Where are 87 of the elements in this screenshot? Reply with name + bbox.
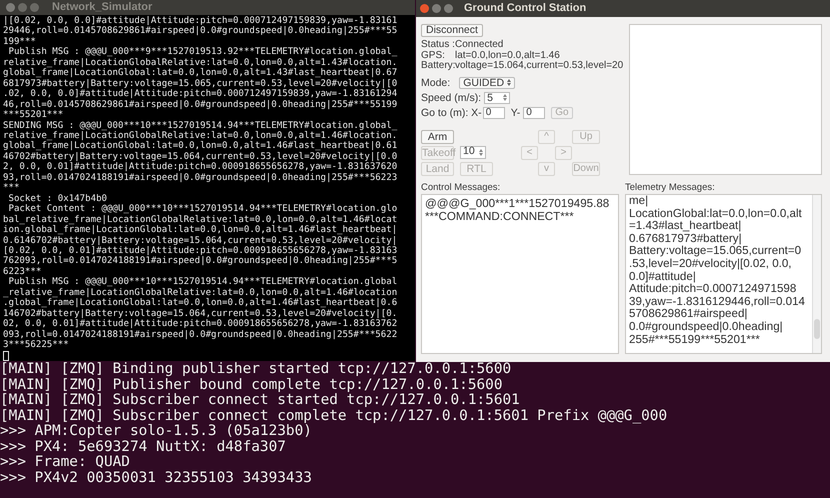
maximize-icon[interactable] [30, 3, 39, 12]
spinner-arrows-icon [503, 94, 508, 101]
info-label: Battery: [421, 61, 455, 72]
terminal-line: .02, 0.0, 0.0]#attitude|Attitude:pitch=0.000712497159839,yaw=-1.83161294 [3, 89, 398, 100]
message-line: @@@G_000***1***1527019495.88 [425, 198, 610, 211]
message-line: .53,level=20#velocity|[0.02, 0.0, [629, 258, 793, 271]
console-line: [MAIN] [ZMQ] Subscriber connect started tcp://127.0.0.1:5601 [0, 393, 521, 408]
message-line: 0.676817973#battery| [629, 232, 743, 246]
terminal-line: 93,roll=0.0147024188191#airspeed|0.0#groundspeed|0.0heading|255#***56223 [3, 172, 398, 183]
close-icon[interactable] [6, 3, 15, 12]
terminal-line: global_frame|LocationGlobal:lat=0.0,lon=0.0,alt=1.43#last_heartbeat|0.67 [3, 68, 398, 79]
message-line: Battery:voltage=15.065,current=0 [629, 245, 802, 258]
terminal-line: 29446,roll=0.0145708629861#airspeed|0.0#groundspeed|0.0heading|255#***55 [3, 26, 398, 37]
minimize-icon[interactable] [432, 4, 441, 13]
terminal-line: 0.6146702#battery|Battery:voltage=15.064,current=0.53,level=20#velocity| [3, 236, 398, 246]
x-input[interactable]: 0 [482, 106, 505, 118]
message-line: 39,yaw=-1.8316129446,roll=0.014 [629, 296, 806, 308]
terminal-line: 093,roll=0.0147024188191#airspeed|0.0#groundspeed|0.0heading|255#***5622 [3, 330, 398, 340]
terminal-line: Publish MSG : @@@U_000***9***1527019513.92***TELEMETRY#location.global_ [7, 47, 398, 58]
terminal-line: 146702#battery|Battery:voltage=15.064,current=0.53,level=20#velocity|[0. [3, 308, 398, 319]
close-icon[interactable] [420, 4, 429, 13]
console-line: [MAIN] [ZMQ] Binding publisher started tcp://127.0.0.1:5600 [0, 362, 512, 377]
terminal-line: 762093,roll=0.0147024188191#airspeed|0.0#groundspeed|0.0heading|255#***5 [3, 256, 398, 267]
terminal-line: 6223*** [3, 266, 42, 277]
spinner-arrows-icon [507, 79, 512, 86]
window-title: Ground Control Station [464, 1, 586, 16]
console-line: >>> Frame: QUAD [0, 455, 131, 470]
terminal-line: Socket : 0x147b4b0 [7, 194, 108, 204]
terminal-line: 2, 0.0, 0.01]#attitude|Attitude:pitch=0.000918655656278,yaw=-1.831637620 [3, 162, 398, 173]
spinbox-value: 10 [463, 144, 475, 160]
control-messages-label: Control Messages: [421, 182, 502, 193]
speed-label: Speed (m/s): [421, 92, 482, 104]
terminal-line: *** [3, 183, 20, 194]
info-label: Status : [421, 40, 455, 50]
terminal-line: .global_frame|LocationGlobal:lat=0.0,lon=0.0,alt=1.46#last_heartbeat|0.6 [3, 298, 398, 309]
message-line: me| [629, 195, 650, 208]
console-line: >>> PX4: 5e693274 NuttX: d48fa307 [0, 440, 287, 455]
terminal-line: Publish MSG : @@@U_000***10***1527019514.94***TELEMETRY#location.global [7, 277, 398, 288]
terminal-line: |[0.02, 0.0, 0.0]#attitude|Attitude:pitch=0.000712497159839,yaw=-1.83161 [3, 16, 398, 26]
terminal-line: _relative_frame|LocationGlobalRelative:lat=0.0,lon=0.0,alt=1.46#location [3, 288, 398, 298]
takeoff-altitude-spinbox[interactable]: 10 [460, 146, 486, 158]
console-line: [MAIN] [ZMQ] Publisher bound complete tcp://127.0.0.1:5600 [0, 378, 504, 393]
terminal-line: ***55201*** [3, 110, 64, 121]
info-label: GPS: [421, 50, 446, 61]
info-value: voltage=15.064,current=0.53,level=20 [455, 61, 624, 72]
telemetry-messages-label: Telemetry Messages: [625, 182, 716, 193]
mode-dropdown[interactable]: GUIDED [459, 76, 516, 88]
terminal-line: bal_relative_frame|LocationGlobalRelative:lat=0.0,lon=0.0,alt=1.46#locat [3, 214, 398, 225]
message-line: 0.0#groundspeed|0.0heading| [629, 320, 784, 334]
terminal-line: 46702#battery|Battery:voltage=15.064,current=0.53,level=20#velocity|[0.0 [3, 152, 398, 162]
message-line: Attitude:pitch=0.0007124971598 [629, 283, 798, 296]
maximize-icon[interactable] [444, 4, 453, 13]
disconnect-button[interactable]: Disconnect [421, 24, 483, 37]
terminal-line: [0.02, 0.0, 0.01]#attitude|Attitude:pitch=0.000918655656278,yaw=-1.83163 [3, 246, 398, 256]
console-line: >>> PX4v2 00350031 32355103 34393433 [0, 470, 313, 486]
minimize-icon[interactable] [18, 3, 27, 12]
terminal-line: 199*** [3, 36, 37, 47]
spinner-arrows-icon [479, 148, 483, 156]
terminal-line: ion.global_frame|LocationGlobal:lat=0.0,lon=0.0,alt=1.46#last_heartbeat| [3, 225, 398, 236]
goto-label: Go to (m): X- [421, 106, 482, 118]
speed-spinbox[interactable]: 5 [484, 92, 510, 104]
terminal-line: Packet Content : @@@U_000***10***1527019514.94***TELEMETRY#location.glo [7, 204, 398, 215]
terminal-line: 3***56225*** [3, 340, 70, 350]
console-line: >>> APM:Copter solo-1.5.3 (05a123b0) [0, 424, 313, 440]
info-value: lat=0.0,lon=0.0,alt=1.46 [455, 50, 561, 60]
terminal-line: SENDING MSG : @@@U_000***10***1527019514.94***TELEMETRY#location.global_ [3, 120, 398, 131]
terminal-line: relative_frame|LocationGlobalRelative:lat=0.0,lon=0.0,alt=1.46#location. [3, 130, 398, 141]
mode-label: Mode: [421, 76, 450, 88]
terminal-line: 6817973#battery|Battery:voltage=15.065,current=0.53,level=20#velocity|[0 [3, 78, 398, 89]
message-line: LocationGlobal:lat=0.0,lon=0.0,alt [629, 208, 803, 220]
terminal-line: 46,roll=0.0145708629861#airspeed|0.0#groundspeed|0.0heading|255#***55199 [3, 100, 398, 110]
action-button[interactable]: Arm [421, 130, 454, 144]
message-line: 5708629861#airspeed| [629, 308, 748, 321]
message-line: =1.43#last_heartbeat| [629, 220, 742, 233]
terminal-line: relative_frame|LocationGlobalRelative:lat=0.0,lon=0.0,alt=1.43#location. [3, 58, 398, 68]
terminal-line: global_frame|LocationGlobal:lat=0.0,lon=0.0,alt=1.46#last_heartbeat|0.61 [3, 141, 398, 152]
y-input[interactable]: 0 [523, 106, 546, 118]
cursor [3, 350, 9, 360]
message-line: ***COMMAND:CONNECT*** [425, 210, 575, 224]
window-title: Network_Simulator [52, 0, 152, 16]
console-line: [MAIN] [ZMQ] Subscriber connect complete tcp://127.0.0.1:5601 Prefix @@@G_000 [0, 408, 668, 424]
terminal-line: 02, 0.0, 0.01]#attitude|Attitude:pitch=0.000918655656278,yaw=-1.83163762 [3, 319, 398, 330]
y-label: Y- [510, 106, 520, 118]
info-value: Connected [455, 40, 504, 50]
scrollbar[interactable] [812, 195, 821, 353]
message-line: 0.0]#attitude| [629, 270, 697, 284]
message-line: 255#***55199***55201*** [629, 334, 761, 346]
